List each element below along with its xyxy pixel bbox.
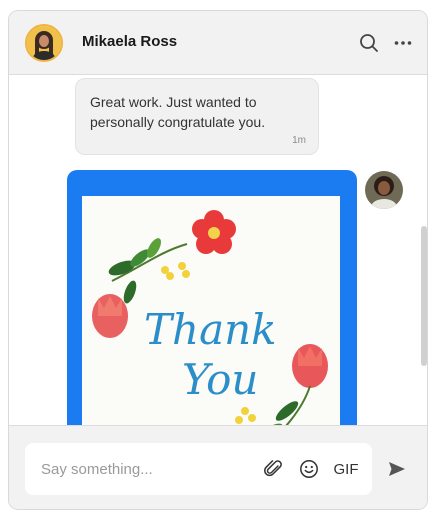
gif-button[interactable]: GIF	[331, 457, 361, 481]
send-icon	[389, 462, 405, 476]
message-input[interactable]	[25, 443, 255, 495]
search-icon	[360, 34, 378, 52]
contact-avatar[interactable]	[25, 24, 63, 62]
svg-text:You: You	[182, 355, 258, 404]
attach-button[interactable]	[262, 457, 286, 481]
paperclip-icon	[264, 460, 282, 477]
emoji-icon	[300, 460, 318, 478]
thank-you-card-image: Thank You	[82, 196, 340, 425]
chat-header: Mikaela Ross	[9, 11, 427, 75]
sender-avatar[interactable]	[365, 171, 403, 209]
send-button[interactable]	[385, 457, 409, 481]
svg-text:Thank: Thank	[144, 305, 277, 354]
emoji-button[interactable]	[297, 457, 321, 481]
contact-name: Mikaela Ross	[82, 33, 178, 50]
message-scrollbar[interactable]	[421, 226, 427, 366]
message-composer: GIF	[25, 443, 372, 495]
message-list[interactable]: Great work. Just wanted to personally co…	[9, 76, 427, 425]
message-timestamp: 1m	[292, 135, 306, 146]
message-text: Great work. Just wanted to personally co…	[90, 94, 266, 130]
more-icon	[394, 41, 412, 45]
image-message-card[interactable]: Thank You	[67, 170, 357, 425]
more-options-button[interactable]	[391, 31, 415, 55]
search-button[interactable]	[357, 31, 381, 55]
composer-bar: GIF	[9, 425, 427, 509]
incoming-message-bubble: Great work. Just wanted to personally co…	[75, 78, 319, 155]
chat-window: Mikaela Ross Great work. Just wanted to …	[8, 10, 428, 510]
